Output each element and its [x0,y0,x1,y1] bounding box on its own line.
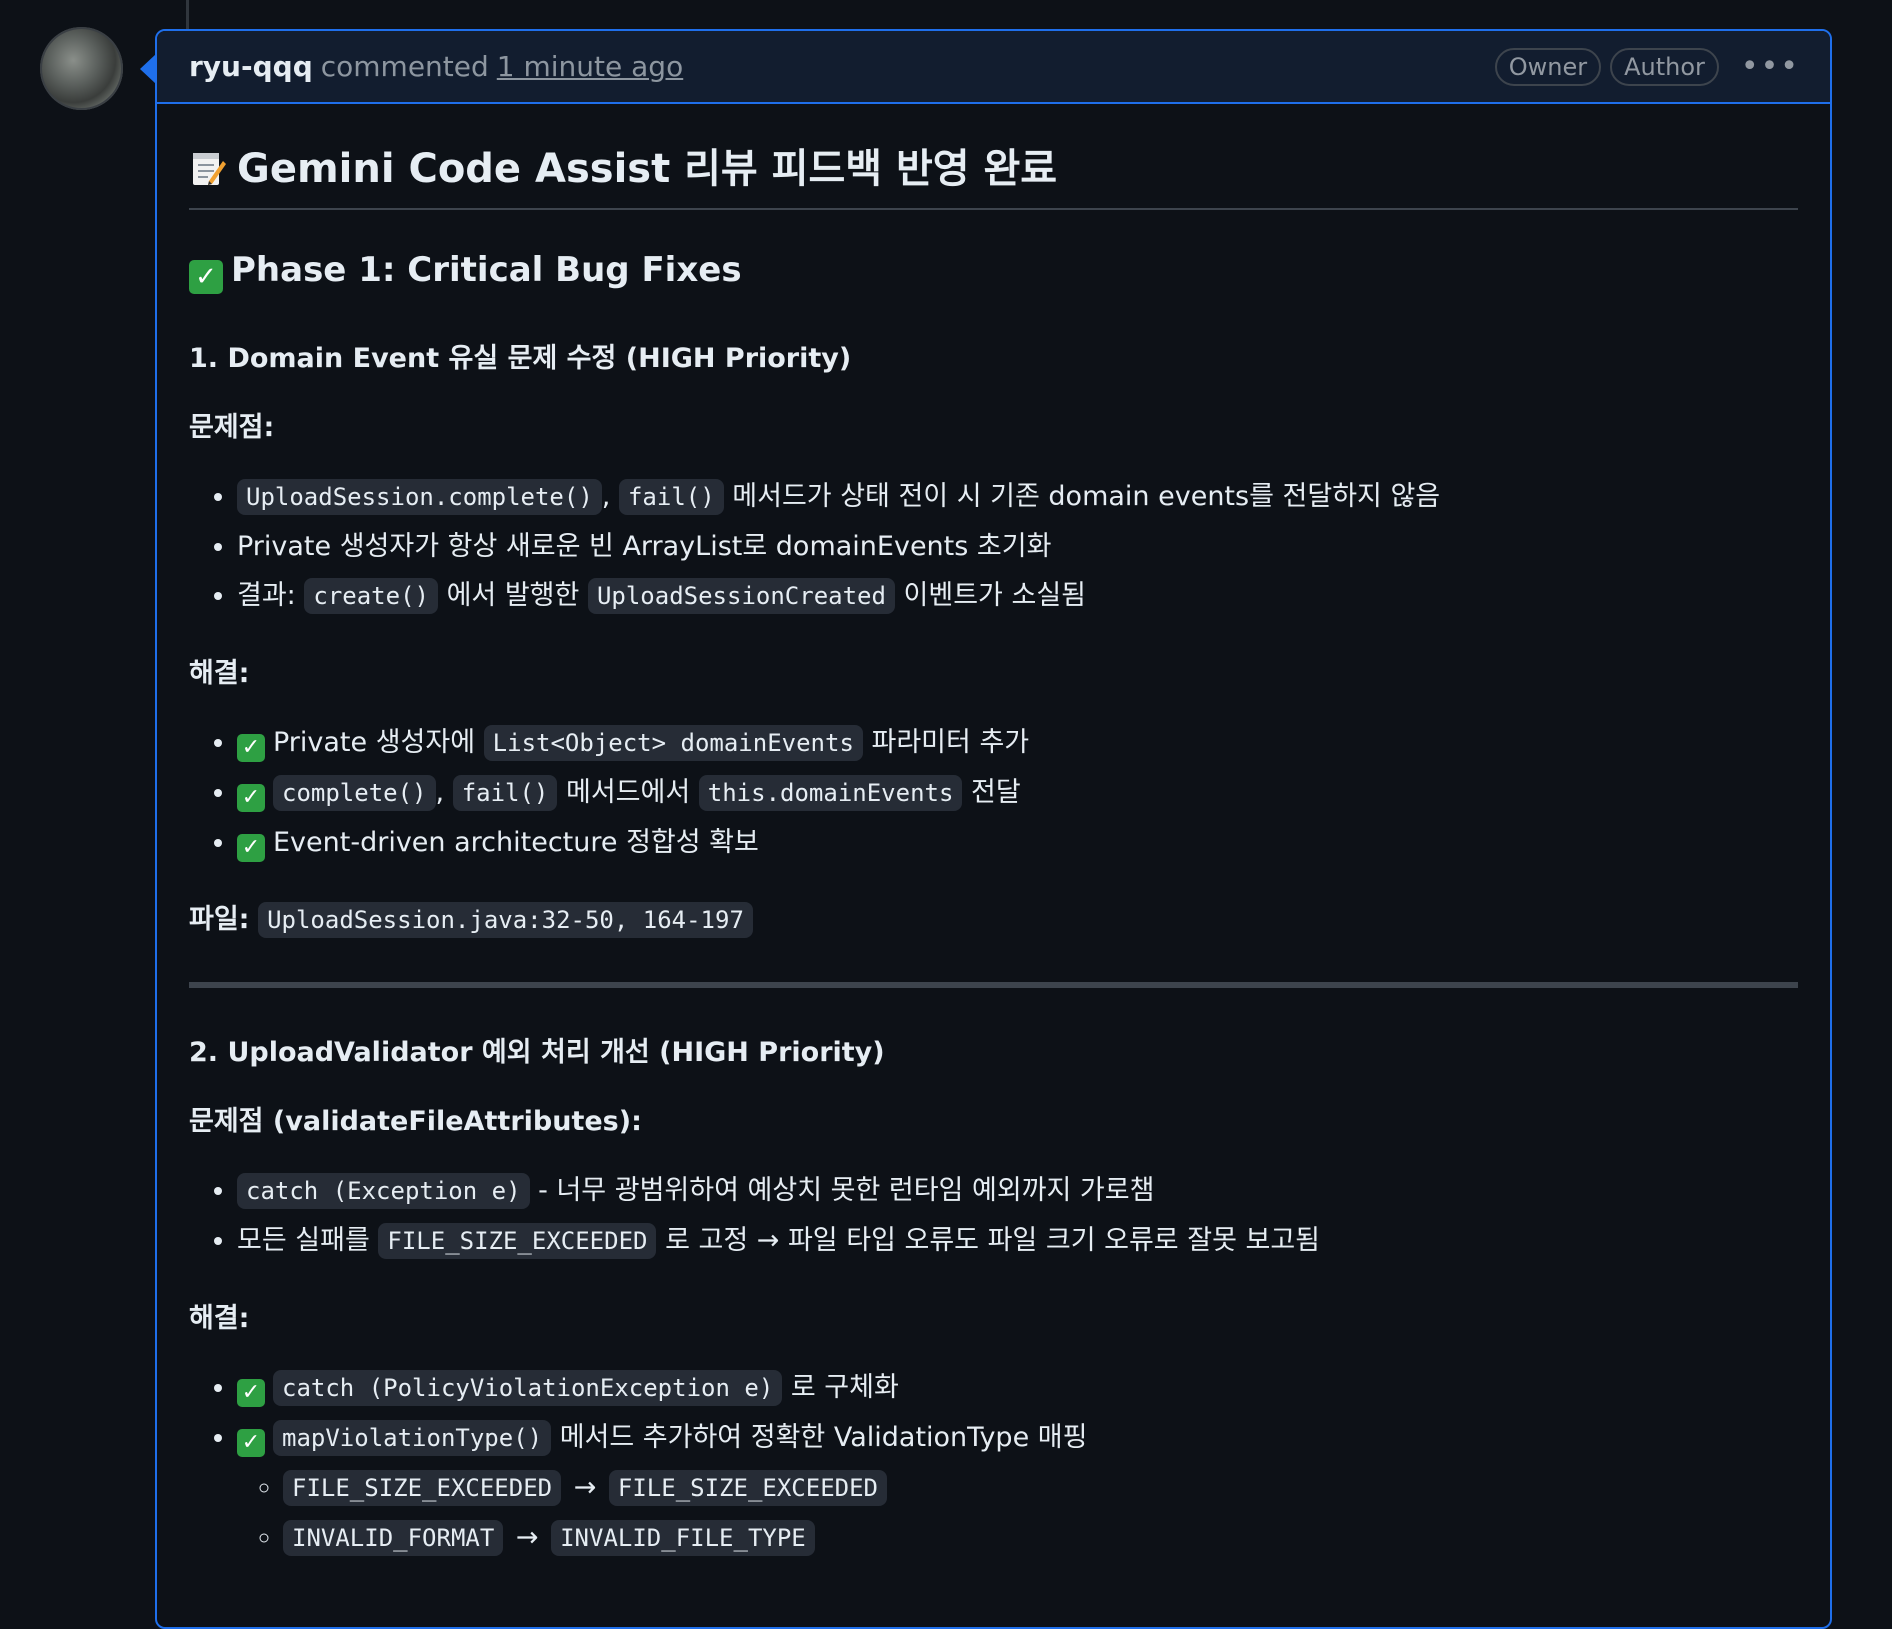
list-text: Private 생성자가 항상 새로운 빈 ArrayList로 domainE… [237,531,1052,562]
inline-code: fail() [618,479,724,515]
list-text: Private 생성자에 [273,727,476,758]
solution-label: 해결: [189,658,250,689]
section1-problem-list: UploadSession.complete(), fail() 메서드가 상태… [189,472,1798,621]
separator: , [601,481,611,512]
list-text: 로 고정 → 파일 타입 오류도 파일 크기 오류로 잘못 보고됨 [665,1225,1321,1256]
inline-code: FILE_SIZE_EXCEEDED [608,1470,887,1506]
timeline-line [186,0,189,30]
list-text: 메서드가 상태 전이 시 기존 domain events를 전달하지 않음 [732,481,1441,512]
section1-file: 파일: UploadSession.java:32-50, 164-197 [189,897,1798,938]
list-item: Private 생성자가 항상 새로운 빈 ArrayList로 domainE… [237,522,1798,571]
arrow-icon: → [515,1522,539,1553]
list-text: 모든 실패를 [237,1225,370,1256]
list-item: ✓ catch (PolicyViolationException e) 로 구체… [237,1363,1798,1413]
timestamp-link[interactable]: 1 minute ago [497,50,683,83]
list-text: 메서드 추가하여 정확한 ValidationType 매핑 [559,1422,1088,1453]
problem-label: 문제점: [189,412,275,443]
list-item: ✓Private 생성자에 List<Object> domainEvents … [237,718,1798,768]
inline-code: INVALID_FORMAT [283,1520,504,1556]
section2-solution-label: 해결: [189,1296,1798,1335]
inline-code: create() [304,578,438,614]
inline-code: mapViolationType() [273,1420,552,1456]
list-item: ✓ mapViolationType() 메서드 추가하여 정확한 Validat… [237,1413,1798,1563]
list-item: catch (Exception e) - 너무 광범위하여 예상치 못한 런타… [237,1166,1798,1216]
list-text: - 너무 광범위하여 예상치 못한 런타임 예외까지 가로챔 [538,1175,1155,1206]
list-item: ✓ complete(), fail() 메서드에서 this.domainEve… [237,768,1798,818]
inline-code: complete() [273,775,436,811]
comment-caret [140,54,156,84]
avatar[interactable] [40,27,123,110]
section2-problem-list: catch (Exception e) - 너무 광범위하여 예상치 못한 런타… [189,1166,1798,1266]
phase-heading-text: Phase 1: Critical Bug Fixes [231,250,742,290]
phase-heading: ✓ Phase 1: Critical Bug Fixes [189,250,1798,294]
problem-label: 문제점 (validateFileAttributes): [189,1106,642,1137]
list-text: 파라미터 추가 [871,727,1030,758]
list-text: Event-driven architecture 정합성 확보 [273,827,759,858]
check-icon: ✓ [237,834,265,862]
kebab-horizontal-icon[interactable]: ••• [1741,49,1800,84]
list-item: INVALID_FORMAT → INVALID_FILE_TYPE [283,1513,1798,1563]
check-icon: ✓ [189,260,223,294]
horizontal-rule [189,982,1798,988]
section2-heading: 2. UploadValidator 예외 처리 개선 (HIGH Priori… [189,1037,885,1068]
inline-code: UploadSessionCreated [587,578,895,614]
section2-problem-label: 문제점 (validateFileAttributes): [189,1099,1798,1138]
list-text: 로 구체화 [790,1372,899,1403]
inline-code: catch (Exception e) [237,1173,530,1209]
separator: , [435,777,445,808]
section1-problem-label: 문제점: [189,405,1798,444]
list-text: 결과: [237,580,296,611]
file-label: 파일: [189,904,250,935]
list-text: 에서 발행한 [446,580,580,611]
comment-box: ryu-qqq commented 1 minute ago Owner Aut… [155,29,1832,1629]
inline-code: catch (PolicyViolationException e) [273,1370,783,1406]
list-item: ✓ Event-driven architecture 정합성 확보 [237,818,1798,867]
check-icon: ✓ [237,1429,265,1457]
list-item: 결과: create() 에서 발행한 UploadSessionCreated… [237,571,1798,621]
inline-code: this.domainEvents [698,775,963,811]
owner-badge: Owner [1494,47,1602,86]
check-icon: ✓ [237,1379,265,1407]
list-text: 메서드에서 [565,777,691,808]
list-text: 이벤트가 소실됨 [903,580,1086,611]
comment-title: Gemini Code Assist 리뷰 피드백 반영 완료 [189,136,1798,210]
inline-code: fail() [452,775,558,811]
list-text: 전달 [971,777,1021,808]
solution-label: 해결: [189,1303,250,1334]
section1-solution-list: ✓Private 생성자에 List<Object> domainEvents … [189,718,1798,867]
list-item: FILE_SIZE_EXCEEDED → FILE_SIZE_EXCEEDED [283,1463,1798,1513]
list-item: 모든 실패를 FILE_SIZE_EXCEEDED 로 고정 → 파일 타입 오… [237,1216,1798,1266]
comment-action: commented [320,50,489,83]
inline-code: FILE_SIZE_EXCEEDED [378,1223,657,1259]
author-badge: Author [1610,47,1719,86]
section1-solution-label: 해결: [189,651,1798,690]
check-icon: ✓ [237,784,265,812]
comment-body: Gemini Code Assist 리뷰 피드백 반영 완료 ✓ Phase 1… [157,104,1830,1563]
inline-code: UploadSession.complete() [237,479,602,515]
author-link[interactable]: ryu-qqq [189,50,313,83]
inline-code: INVALID_FILE_TYPE [551,1520,815,1556]
memo-icon [193,153,226,185]
title-text: Gemini Code Assist 리뷰 피드백 반영 완료 [237,146,1058,192]
list-item: UploadSession.complete(), fail() 메서드가 상태… [237,472,1798,522]
inline-code: UploadSession.java:32-50, 164-197 [258,902,753,938]
inline-code: List<Object> domainEvents [483,725,863,761]
arrow-icon: → [573,1472,597,1503]
section1-heading: 1. Domain Event 유실 문제 수정 (HIGH Priority) [189,343,852,374]
check-icon: ✓ [237,734,265,762]
inline-code: FILE_SIZE_EXCEEDED [283,1470,562,1506]
section2-solution-list: ✓ catch (PolicyViolationException e) 로 구체… [189,1363,1798,1563]
mapping-list: FILE_SIZE_EXCEEDED → FILE_SIZE_EXCEEDED … [237,1463,1798,1563]
comment-header: ryu-qqq commented 1 minute ago Owner Aut… [157,31,1830,104]
